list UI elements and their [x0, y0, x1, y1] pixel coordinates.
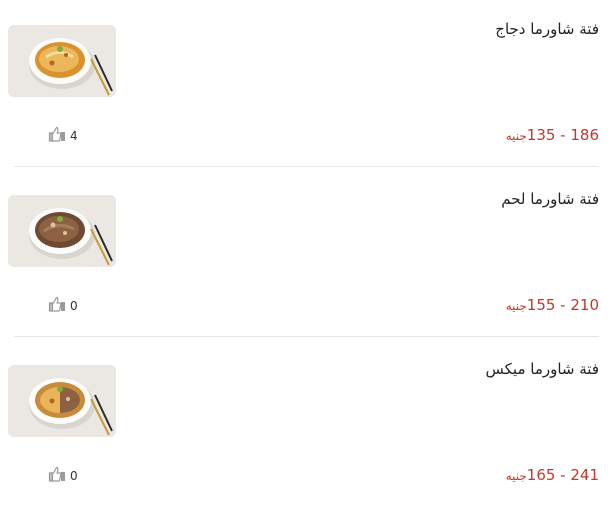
thumbs-up-icon — [48, 466, 66, 486]
thumbs-up-icon — [48, 126, 66, 146]
currency-label: جنيه — [505, 299, 527, 313]
like-count: 4 — [70, 129, 78, 143]
menu-item-title: فتة شاورما دجاج — [495, 20, 599, 38]
menu-item[interactable]: فتة شاورما دجاج 4 135 - 186جنيه — [0, 0, 613, 170]
like-button[interactable]: 4 — [48, 126, 78, 146]
price-range: 165 - 241 — [526, 466, 599, 484]
like-count: 0 — [70, 469, 78, 483]
divider — [14, 166, 599, 167]
thumbs-up-icon — [48, 296, 66, 316]
dish-image-mix[interactable] — [8, 365, 116, 437]
like-button[interactable]: 0 — [48, 296, 78, 316]
like-button[interactable]: 0 — [48, 466, 78, 486]
menu-item[interactable]: فتة شاورما ميكس 0 165 - 241جنيه — [0, 340, 613, 510]
dish-image-beef[interactable] — [8, 195, 116, 267]
menu-item-title: فتة شاورما لحم — [501, 190, 599, 208]
price: 165 - 241جنيه — [506, 466, 599, 484]
price-range: 155 - 210 — [526, 296, 599, 314]
price-range: 135 - 186 — [526, 126, 599, 144]
like-count: 0 — [70, 299, 78, 313]
menu-item[interactable]: فتة شاورما لحم 0 155 - 210جنيه — [0, 170, 613, 340]
divider — [14, 336, 599, 337]
price: 135 - 186جنيه — [506, 126, 599, 144]
price: 155 - 210جنيه — [506, 296, 599, 314]
menu-item-title: فتة شاورما ميكس — [485, 360, 599, 378]
currency-label: جنيه — [505, 469, 527, 483]
dish-image-chicken[interactable] — [8, 25, 116, 97]
currency-label: جنيه — [505, 129, 527, 143]
